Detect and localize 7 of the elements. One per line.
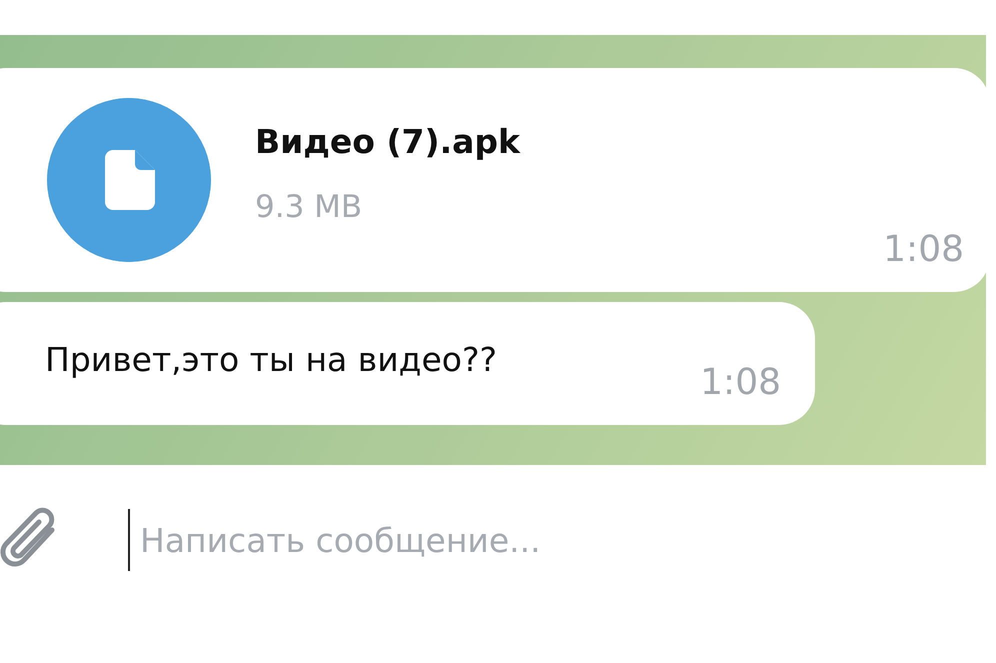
message-time: 1:08 [883,229,964,270]
message-text: Привет,это ты на видео?? [45,340,498,379]
message-time: 1:08 [700,362,781,403]
message-input[interactable]: Написать сообщение... [138,520,842,560]
file-name: Видео (7).apk [255,122,522,161]
file-size: 9.3 MB [255,189,364,225]
file-icon[interactable] [47,98,211,262]
